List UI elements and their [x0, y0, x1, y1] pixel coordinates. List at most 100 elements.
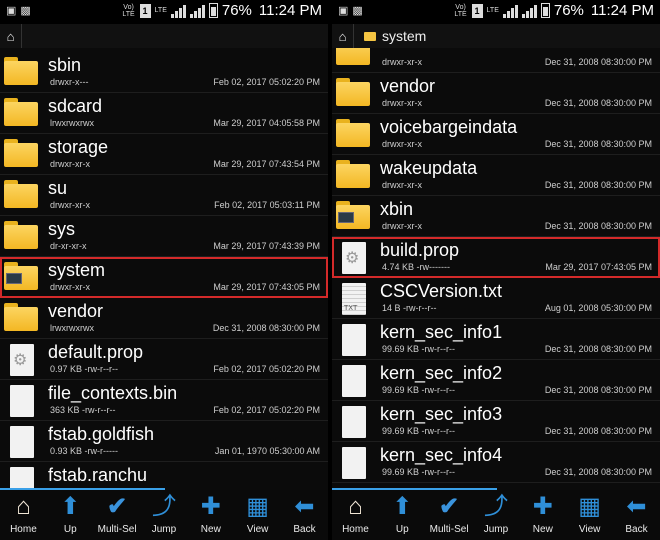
item-icon	[4, 344, 38, 376]
breadcrumb-system[interactable]: system	[354, 28, 426, 44]
item-date: Dec 31, 2008 08:30:00 PM	[544, 139, 652, 149]
list-item[interactable]: storage drwxr-xr-x Mar 29, 2017 07:43:54 P…	[0, 134, 328, 175]
jump-button[interactable]: ⤴ Jump	[474, 493, 518, 536]
list-item[interactable]: default.prop 0.97 KB -rw-r--r-- Feb 02, 20…	[0, 339, 328, 380]
settings-file-icon	[342, 242, 366, 274]
list-item[interactable]: wakeupdata drwxr-xr-x Dec 31, 2008 08:30:0…	[332, 155, 660, 196]
up-button[interactable]: ⬆ Up	[380, 494, 424, 536]
item-name: wakeupdata	[380, 158, 478, 178]
signal-icon	[170, 4, 186, 18]
back-button[interactable]: ⬅ Back	[282, 494, 326, 536]
list-item[interactable]: voicebargeindata drwxr-xr-x Dec 31, 2008 0…	[332, 114, 660, 155]
list-item[interactable]: file_contexts.bin 363 KB -rw-r--r-- Feb 02…	[0, 380, 328, 421]
item-name: sbin	[48, 55, 82, 75]
file-list[interactable]: drwxr-xr-x Dec 31, 2008 08:30:00 PM vendor…	[332, 48, 660, 488]
list-item[interactable]: CSCVersion.txt 14 B -rw-r--r-- Aug 01, 200…	[332, 278, 660, 319]
folder-icon	[4, 221, 38, 249]
item-date: Feb 02, 2017 05:02:20 PM	[213, 364, 320, 374]
toolbar-label: Home	[10, 524, 37, 535]
list-item[interactable]: sys dr-xr-xr-x Mar 29, 2017 07:43:39 PM	[0, 216, 328, 257]
view-button[interactable]: ▦ View	[568, 494, 612, 536]
file-icon	[10, 385, 34, 417]
signal-icon-2	[189, 4, 205, 18]
home-crumb-icon[interactable]: ⌂	[0, 24, 22, 48]
item-icon	[4, 385, 38, 417]
new-button[interactable]: ✚ New	[521, 494, 565, 536]
back-button[interactable]: ⬅ Back	[614, 493, 658, 536]
text-file-icon	[342, 283, 366, 315]
toolbar-label: Back	[625, 524, 648, 535]
toolbar-label: Multi-Sel	[429, 524, 469, 535]
home-button[interactable]: ⌂ Home	[333, 493, 377, 536]
checkmark-icon: ✔	[107, 493, 128, 520]
volte-indicator: Vo) LTE	[122, 3, 135, 18]
path-bar: ⌂	[0, 24, 328, 48]
folder-icon	[4, 303, 38, 331]
item-date: Mar 29, 2017 07:43:05 PM	[545, 262, 652, 272]
item-icon	[336, 365, 370, 397]
file-list[interactable]: sbin drwxr-x--- Feb 02, 2017 05:02:20 PM sd…	[0, 48, 328, 488]
system-folder-icon	[4, 262, 38, 290]
item-name: fstab.goldfish	[48, 424, 155, 444]
list-item[interactable]: vendor lrwxrwxrwx Dec 31, 2008 08:30:00 PM	[0, 298, 328, 339]
list-item[interactable]: kern_sec_info4 99.69 KB -rw-r--r-- Dec 31,…	[332, 442, 660, 483]
home-icon: ⌂	[348, 493, 363, 520]
list-item[interactable]: fstab.goldfish 0.93 KB -rw-r----- Jan 01, …	[0, 421, 328, 462]
home-crumb-icon[interactable]: ⌂	[332, 24, 354, 48]
item-icon	[336, 201, 370, 231]
curved-arrow-icon: ⤴	[151, 493, 176, 520]
bottom-toolbar: ⌂ Home ⬆ Up ✔ Multi-Sel ⤴ Jump ✚ New ▦ View ⬅ Back	[0, 490, 328, 540]
toolbar-label: New	[200, 524, 221, 535]
list-item[interactable]: sdcard lrwxrwxrwx Mar 29, 2017 04:05:58 PM	[0, 93, 328, 134]
view-button[interactable]: ▦ View	[236, 494, 280, 536]
file-icon	[10, 426, 34, 458]
list-item[interactable]: xbin drwxr-xr-x Dec 31, 2008 08:30:00 PM	[332, 196, 660, 237]
multi-sel-button[interactable]: ✔ Multi-Sel	[95, 493, 139, 536]
item-icon	[4, 180, 38, 210]
item-date: Feb 02, 2017 05:02:20 PM	[213, 77, 320, 87]
lte-indicator: LTE	[154, 7, 167, 14]
item-date: Dec 31, 2008 08:30:00 PM	[544, 180, 652, 190]
list-item[interactable]: drwxr-xr-x Dec 31, 2008 08:30:00 PM	[332, 48, 660, 73]
signal-icon	[502, 4, 518, 18]
sim-indicator: 1	[471, 3, 483, 18]
list-item[interactable]: sbin drwxr-x--- Feb 02, 2017 05:02:20 PM	[0, 52, 328, 93]
new-button[interactable]: ✚ New	[189, 494, 233, 536]
item-date: Feb 02, 2017 05:02:20 PM	[213, 405, 320, 415]
item-icon	[336, 242, 370, 274]
item-name: voicebargeindata	[380, 117, 518, 137]
list-item[interactable]: fstab.ranchu	[0, 462, 328, 488]
toolbar-label: Back	[293, 524, 316, 535]
file-icon	[342, 406, 366, 438]
item-date: Dec 31, 2008 08:30:00 PM	[544, 385, 652, 395]
item-meta: 4.74 KB -rw-------	[382, 262, 450, 272]
list-item[interactable]: su drwxr-xr-x Feb 02, 2017 05:03:11 PM	[0, 175, 328, 216]
list-item[interactable]: vendor drwxr-xr-x Dec 31, 2008 08:30:00 PM	[332, 73, 660, 114]
item-name: xbin	[380, 199, 414, 219]
item-date: Aug 01, 2008 05:30:00 PM	[544, 303, 652, 313]
item-icon	[336, 48, 370, 67]
list-item[interactable]: kern_sec_info1 99.69 KB -rw-r--r-- Dec 31,…	[332, 319, 660, 360]
item-icon	[4, 98, 38, 128]
item-icon	[4, 139, 38, 169]
list-item[interactable]: kern_sec_info3 99.69 KB -rw-r--r-- Dec 31,…	[332, 401, 660, 442]
curved-arrow-icon: ⤴	[483, 493, 508, 520]
up-button[interactable]: ⬆ Up	[48, 494, 92, 536]
item-date: Mar 29, 2017 07:43:05 PM	[213, 282, 320, 292]
jump-button[interactable]: ⤴ Jump	[142, 493, 186, 536]
multi-sel-button[interactable]: ✔ Multi-Sel	[427, 494, 471, 536]
sim-indicator: 1	[139, 3, 151, 18]
item-name: kern_sec_info1	[380, 322, 503, 342]
item-name: CSCVersion.txt	[380, 281, 503, 301]
battery-percent: 76%	[221, 2, 252, 19]
item-name: vendor	[48, 301, 104, 321]
home-button[interactable]: ⌂ Home	[1, 494, 45, 536]
item-icon	[336, 324, 370, 356]
list-item[interactable]: kern_sec_info2 99.69 KB -rw-r--r-- Dec 31,…	[332, 360, 660, 401]
item-meta: 99.69 KB -rw-r--r--	[382, 344, 456, 354]
list-item[interactable]: build.prop 4.74 KB -rw------- Mar 29, 2017…	[332, 237, 660, 278]
list-item[interactable]: system drwxr-xr-x Mar 29, 2017 07:43:05 PM	[0, 257, 328, 298]
arrow-left-icon: ⬅	[626, 493, 647, 520]
left-file-panel: ▣ ▩ Vo) LTE 1 LTE 76% 11:24 PM ⌂ sbin drw…	[0, 0, 328, 540]
item-date: Dec 31, 2008 08:30:00 PM	[544, 467, 652, 477]
